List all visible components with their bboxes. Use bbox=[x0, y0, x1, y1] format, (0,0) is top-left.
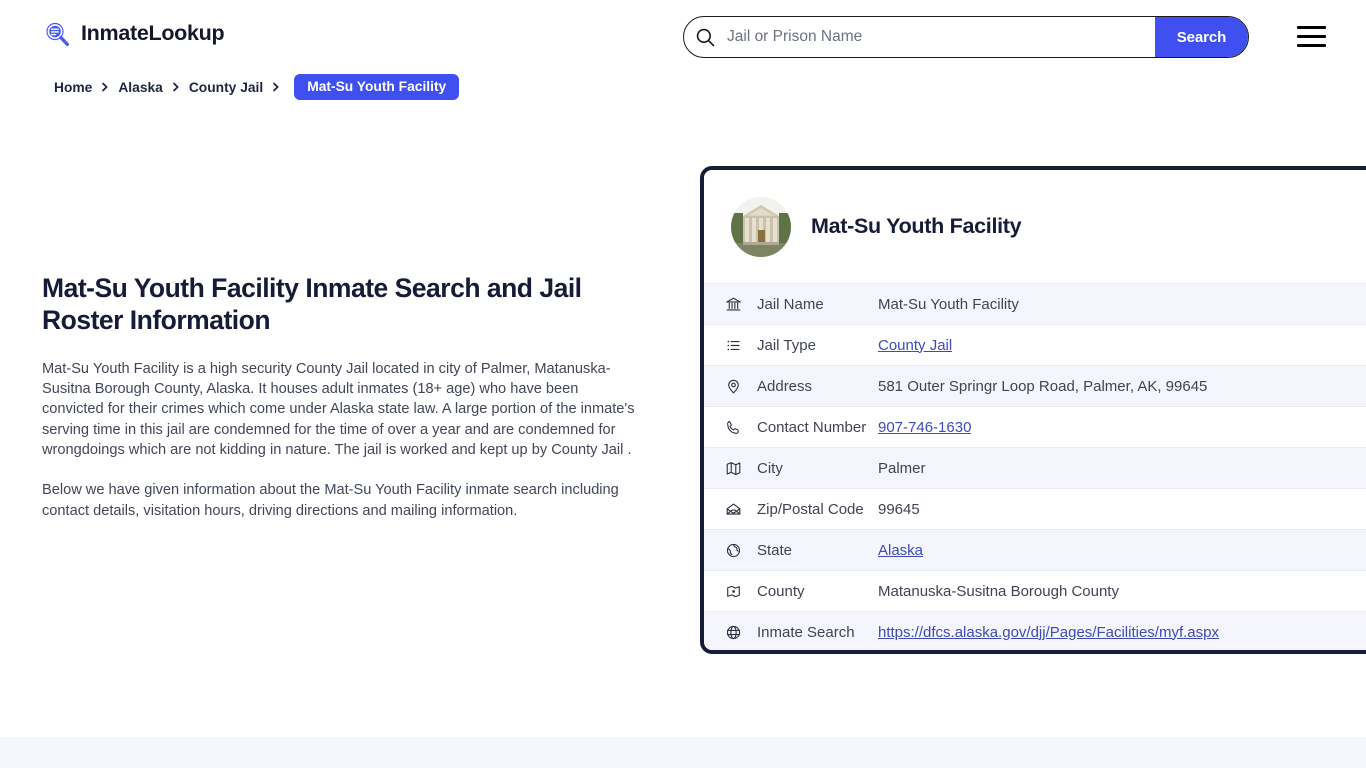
table-row: Zip/Postal Code 99645 bbox=[704, 488, 1366, 529]
article-column: Mat-Su Youth Facility Inmate Search and … bbox=[42, 272, 642, 521]
search-icon bbox=[684, 27, 718, 48]
row-label: Jail Name bbox=[757, 295, 824, 313]
table-row: Address 581 Outer Springr Loop Road, Pal… bbox=[704, 365, 1366, 406]
envelope-icon bbox=[721, 501, 745, 518]
footer-band bbox=[0, 737, 1366, 768]
row-value: Palmer bbox=[878, 459, 926, 477]
breadcrumb-item-alaska[interactable]: Alaska bbox=[118, 80, 163, 95]
row-value: Alaska bbox=[878, 542, 923, 559]
search-input[interactable] bbox=[718, 17, 1155, 57]
row-label: County bbox=[757, 582, 805, 600]
intro-paragraph: Mat-Su Youth Facility is a high security… bbox=[42, 360, 635, 459]
list-icon bbox=[721, 337, 745, 354]
hamburger-bar bbox=[1297, 34, 1326, 39]
globe-icon bbox=[721, 624, 745, 641]
bank-icon bbox=[721, 296, 745, 313]
search-bar[interactable]: Search bbox=[683, 16, 1249, 58]
search-button[interactable]: Search bbox=[1155, 17, 1248, 57]
brand-name: InmateLookup bbox=[81, 21, 225, 46]
row-value: 99645 bbox=[878, 500, 920, 518]
table-row: Contact Number 907-746-1630 bbox=[704, 406, 1366, 447]
inmate-search-link[interactable]: https://dfcs.alaska.gov/djj/Pages/Facili… bbox=[878, 624, 1219, 641]
county-tag-icon bbox=[721, 583, 745, 600]
chevron-right-icon bbox=[92, 82, 118, 92]
breadcrumb: Home Alaska County Jail Mat-Su Youth Fac… bbox=[54, 74, 460, 100]
facility-title: Mat-Su Youth Facility bbox=[811, 214, 1022, 238]
row-label: City bbox=[757, 459, 783, 477]
hamburger-bar bbox=[1297, 43, 1326, 47]
hamburger-menu-icon[interactable] bbox=[1297, 26, 1326, 47]
map-pin-icon bbox=[721, 378, 745, 395]
page-title: Mat-Su Youth Facility Inmate Search and … bbox=[42, 273, 582, 336]
map-icon bbox=[721, 460, 745, 477]
row-value: 907-746-1630 bbox=[878, 419, 971, 436]
facility-building-photo bbox=[731, 196, 791, 257]
row-label: Contact Number bbox=[757, 418, 867, 436]
row-value: 581 Outer Springr Loop Road, Palmer, AK,… bbox=[878, 377, 1208, 395]
row-value: https://dfcs.alaska.gov/djj/Pages/Facili… bbox=[878, 624, 1219, 641]
hamburger-bar bbox=[1297, 26, 1326, 30]
table-row: Jail Type County Jail bbox=[704, 324, 1366, 365]
row-label: Zip/Postal Code bbox=[757, 500, 864, 518]
row-label: State bbox=[757, 541, 793, 559]
breadcrumb-item-county-jail[interactable]: County Jail bbox=[189, 80, 263, 95]
phone-icon bbox=[721, 419, 745, 436]
facility-info-card: Mat-Su Youth Facility Jail Name Mat-Su Y… bbox=[700, 166, 1366, 654]
table-row: City Palmer bbox=[704, 447, 1366, 488]
breadcrumb-current-page: Mat-Su Youth Facility bbox=[294, 74, 460, 100]
phone-link[interactable]: 907-746-1630 bbox=[878, 419, 971, 436]
facility-detail-table: Jail Name Mat-Su Youth Facility Jail Typ… bbox=[704, 283, 1366, 650]
table-row: County Matanuska-Susitna Borough County bbox=[704, 570, 1366, 611]
row-value: County Jail bbox=[878, 337, 952, 354]
page-root: InmateLookup Search Home Alaska bbox=[0, 0, 1366, 768]
brand-logo[interactable]: InmateLookup bbox=[42, 19, 225, 49]
chevron-right-icon bbox=[163, 82, 189, 92]
facility-card-header: Mat-Su Youth Facility bbox=[704, 170, 1366, 283]
site-header: InmateLookup Search bbox=[0, 0, 1366, 74]
chevron-right-icon bbox=[263, 82, 289, 92]
state-link[interactable]: Alaska bbox=[878, 542, 923, 559]
table-row: State Alaska bbox=[704, 529, 1366, 570]
table-row: Jail Name Mat-Su Youth Facility bbox=[704, 283, 1366, 324]
row-label: Inmate Search bbox=[757, 623, 855, 641]
row-label: Jail Type bbox=[757, 336, 816, 354]
secondary-paragraph: Below we have given information about th… bbox=[42, 482, 619, 519]
search-logo-icon bbox=[42, 19, 72, 49]
breadcrumb-item-home[interactable]: Home bbox=[54, 80, 92, 95]
jail-type-link[interactable]: County Jail bbox=[878, 337, 952, 354]
row-label: Address bbox=[757, 377, 813, 395]
globe-pin-icon bbox=[721, 542, 745, 559]
row-value: Mat-Su Youth Facility bbox=[878, 295, 1019, 313]
row-value: Matanuska-Susitna Borough County bbox=[878, 582, 1119, 600]
table-row: Inmate Search https://dfcs.alaska.gov/dj… bbox=[704, 611, 1366, 650]
